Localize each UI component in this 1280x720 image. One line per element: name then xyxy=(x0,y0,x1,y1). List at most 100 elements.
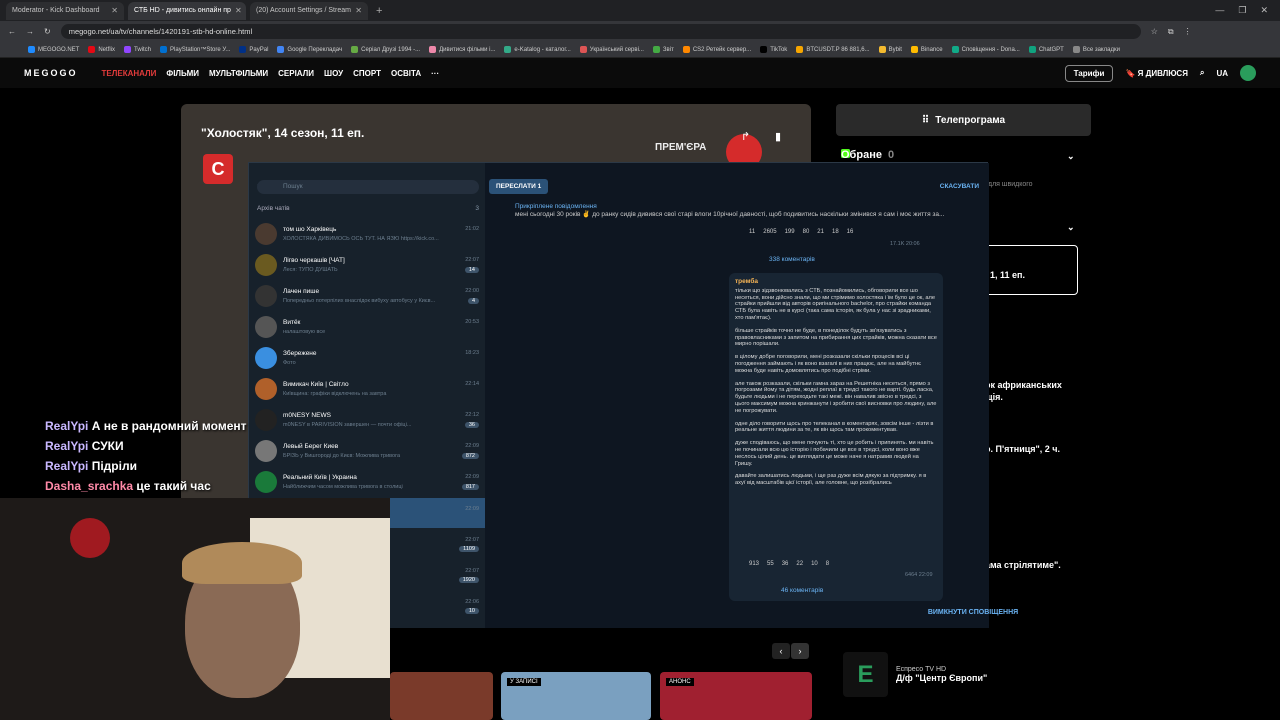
close-icon[interactable]: ✕ xyxy=(111,6,118,15)
bookmark-item[interactable]: PayPal xyxy=(239,46,268,53)
chat-list-item[interactable]: Витёк 20:53 налаштовую все xyxy=(249,312,485,342)
nav-sport[interactable]: СПОРТ xyxy=(353,69,381,78)
nav-cartoons[interactable]: МУЛЬТФІЛЬМИ xyxy=(209,69,268,78)
close-icon[interactable]: ✕ xyxy=(355,6,362,15)
archive-row[interactable]: Архів чатів 3 xyxy=(257,205,479,212)
reaction-count[interactable]: 36 xyxy=(782,561,789,567)
next-arrow-button[interactable]: › xyxy=(791,643,809,659)
reload-icon[interactable]: ↻ xyxy=(44,27,51,36)
url-input[interactable]: megogo.net/ua/tv/channels/1420191-stb-hd… xyxy=(60,24,1141,39)
pinned-message[interactable]: Прикріплене повідомлення мені сьогодні 3… xyxy=(515,203,975,218)
reaction-count[interactable]: 8 xyxy=(826,561,829,567)
bookmark-item[interactable]: Звіт xyxy=(652,46,674,53)
bookmark-item[interactable]: Google Перекладач xyxy=(277,46,342,53)
chat-list-item[interactable]: Левый Берег Киев 22:09 БРІЗЬ у Вишгороді д… xyxy=(249,436,485,466)
nav-education[interactable]: ОСВІТА xyxy=(391,69,421,78)
browser-tabbar: Moderator - Kick Dashboard ✕ СТБ HD - див… xyxy=(0,0,1280,158)
new-tab-button[interactable]: + xyxy=(376,5,382,17)
bookmark-item[interactable]: BTCUSDT.P 86 881,6... xyxy=(796,46,870,53)
mute-notifications-button[interactable]: ВИМКНУТИ СПОВІЩЕННЯ xyxy=(721,609,1225,616)
chat-list-item[interactable]: Вимикач Київ | Світло 22:14 Київщина: граф… xyxy=(249,374,485,404)
chat-list-item[interactable]: том шо Харківець 21:02 ХОЛОСТЯКА ДИВИМОСЬ … xyxy=(249,219,485,249)
chevron-down-icon[interactable]: ⌄ xyxy=(1067,151,1075,162)
bookmark-item[interactable]: Binance xyxy=(910,46,943,53)
bookmark-item[interactable]: Bybit xyxy=(878,46,902,53)
chat-list-item[interactable]: m0NESY NEWS 22:12 m0NESY в PARIVISION заве… xyxy=(249,405,485,435)
close-window-icon[interactable]: ✕ xyxy=(1260,5,1268,16)
tv-program-label: Телепрограма xyxy=(935,114,1006,126)
reaction-count[interactable]: 913 xyxy=(749,561,759,567)
thumbnail-3[interactable]: АНОНС xyxy=(660,672,812,720)
reaction-count[interactable]: 10 xyxy=(811,561,818,567)
search-icon[interactable]: ⌕ xyxy=(1200,68,1204,78)
bookmark-item[interactable]: e-Katalog - каталог... xyxy=(504,46,571,53)
nav-show[interactable]: ШОУ xyxy=(324,69,343,78)
avatar[interactable] xyxy=(1240,65,1256,81)
forward-button[interactable]: ПЕРЕСЛАТИ 1 xyxy=(489,178,549,194)
menu-icon[interactable]: ⋮ xyxy=(1184,27,1192,36)
comments-link[interactable]: 338 коментарів xyxy=(769,256,815,263)
tv-program-button[interactable]: ⠿ Телепрограма xyxy=(836,104,1091,136)
thumbnail-2[interactable]: У ЗАПИСІ xyxy=(501,672,651,720)
cancel-button[interactable]: СКАСУВАТИ xyxy=(940,183,985,190)
share-icon[interactable]: ↱ xyxy=(741,130,750,143)
reaction-count[interactable]: 199 xyxy=(785,229,795,235)
reaction-count[interactable]: 80 xyxy=(803,229,810,235)
tab-account-settings[interactable]: (20) Account Settings / Stream ✕ xyxy=(250,1,850,158)
bookmark-item[interactable]: Все закладки xyxy=(1072,46,1120,53)
back-icon[interactable]: ← xyxy=(8,27,16,36)
maximize-icon[interactable]: ❐ xyxy=(1238,5,1246,16)
bookmark-icon xyxy=(277,46,285,53)
recorded-badge: У ЗАПИСІ xyxy=(507,678,541,686)
comments-link[interactable]: 46 коментарів xyxy=(781,587,823,594)
reaction-count[interactable]: 2605 xyxy=(763,229,776,235)
extensions-icon[interactable]: ⧉ xyxy=(1168,27,1174,37)
bookmark-item[interactable]: Twitch xyxy=(124,46,151,53)
nav-tv[interactable]: ТЕЛЕКАНАЛИ xyxy=(102,69,157,78)
chevron-down-icon[interactable]: ⌄ xyxy=(1067,222,1075,233)
prev-arrow-button[interactable]: ‹ xyxy=(772,643,790,659)
tariffs-button[interactable]: Тарифи xyxy=(1064,64,1114,82)
watching-link[interactable]: 🔖 Я ДИВЛЮСЯ xyxy=(1125,69,1188,78)
thumbnail-1[interactable] xyxy=(390,672,493,720)
nav-more[interactable]: ··· xyxy=(431,69,439,78)
minimize-icon[interactable]: — xyxy=(1215,5,1224,16)
chat-time: 22:06 xyxy=(465,598,479,605)
megogo-logo[interactable]: MEGOGO xyxy=(24,68,78,78)
chat-list-item[interactable]: Лігво черкашів [ЧАТ] 22:07 Леся: ТУПО ДУША… xyxy=(249,250,485,280)
nav-series[interactable]: СЕРІАЛИ xyxy=(278,69,314,78)
star-icon[interactable]: ☆ xyxy=(1151,27,1158,36)
reaction-count[interactable]: 55 xyxy=(767,561,774,567)
nav-films[interactable]: ФІЛЬМИ xyxy=(166,69,199,78)
reaction-count[interactable]: 16 xyxy=(847,229,854,235)
forward-icon[interactable]: → xyxy=(26,27,34,36)
search-input[interactable]: Пошук xyxy=(257,180,479,194)
bookmark-item[interactable]: PlayStation™Store У... xyxy=(160,46,230,53)
bookmark-item[interactable]: TikTok xyxy=(760,46,787,53)
bookmark-item[interactable]: Серіал Друзі 1994 -... xyxy=(351,46,420,53)
reaction-count[interactable]: 21 xyxy=(817,229,824,235)
message-paragraph: одне діло говорити щось про телеканал в … xyxy=(735,420,934,434)
reaction-count[interactable]: 22 xyxy=(796,561,803,567)
bookmark-item[interactable]: Дивитися фільми і... xyxy=(429,46,495,53)
bookmark-item[interactable]: Netflix xyxy=(88,46,115,53)
bookmark-item[interactable]: MEGOGO.NET xyxy=(28,46,79,53)
bookmark-item[interactable]: Український серві... xyxy=(579,46,644,53)
bookmark-item[interactable]: CS2 Ретейк сервер... xyxy=(682,46,751,53)
bookmark-icon[interactable]: ▮ xyxy=(775,130,781,143)
channel-list-item[interactable]: E Еспресо TV HD Д/ф "Центр Європи" xyxy=(843,652,987,697)
language-selector[interactable]: UA xyxy=(1216,69,1228,78)
favorites-header[interactable]: Обране 0 xyxy=(841,149,894,161)
message-bubble[interactable]: тремба тільки що зідзвонювались з СТБ, п… xyxy=(729,273,943,601)
chat-list-item[interactable]: Лачен пише 22:00 Попередньо потерпілих вна… xyxy=(249,281,485,311)
chat-list-item[interactable]: Реальний Київ | Украина 22:09 Найближчим ч… xyxy=(249,467,485,497)
chat-text: СУКИ xyxy=(91,439,124,453)
close-icon[interactable]: ✕ xyxy=(235,6,242,15)
chat-list-item[interactable]: Збережене 18:23 Фото xyxy=(249,343,485,373)
reaction-count[interactable]: 18 xyxy=(832,229,839,235)
bookmark-item[interactable]: Сповіщення - Dona... xyxy=(951,46,1020,53)
tab-stb[interactable]: СТБ HD - дивитись онлайн пр ✕ xyxy=(128,1,850,158)
tab-kick-dashboard[interactable]: Moderator - Kick Dashboard ✕ xyxy=(6,1,850,158)
bookmark-item[interactable]: ChatGPT xyxy=(1028,46,1064,53)
reaction-count[interactable]: 11 xyxy=(749,229,755,235)
